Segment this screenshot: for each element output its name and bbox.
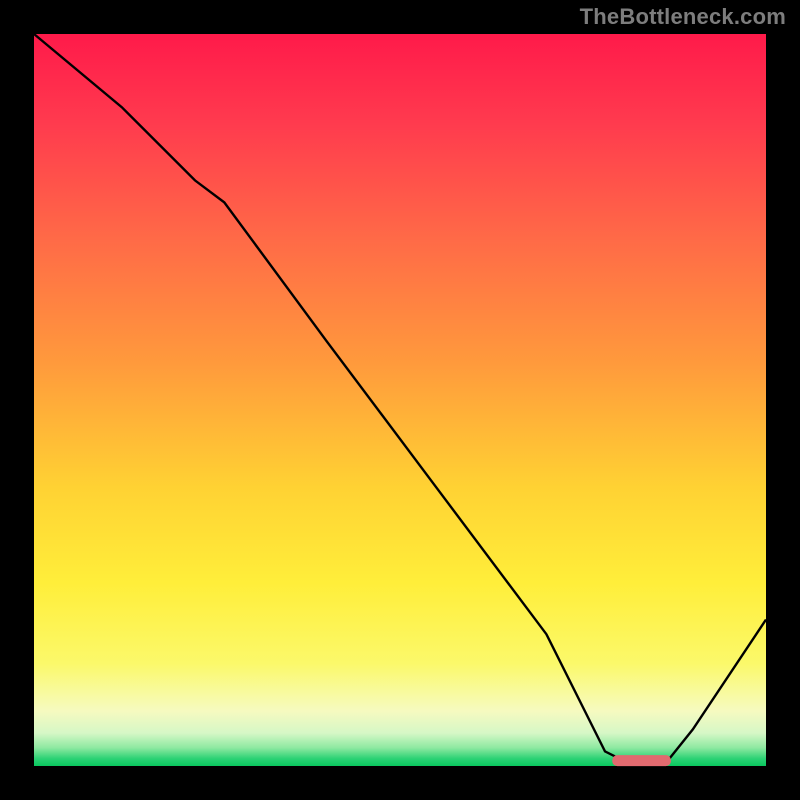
bottleneck-chart	[0, 0, 800, 800]
optimal-range-marker	[612, 755, 671, 766]
watermark-text: TheBottleneck.com	[580, 4, 786, 30]
plot-background	[34, 34, 766, 766]
chart-frame: TheBottleneck.com	[0, 0, 800, 800]
